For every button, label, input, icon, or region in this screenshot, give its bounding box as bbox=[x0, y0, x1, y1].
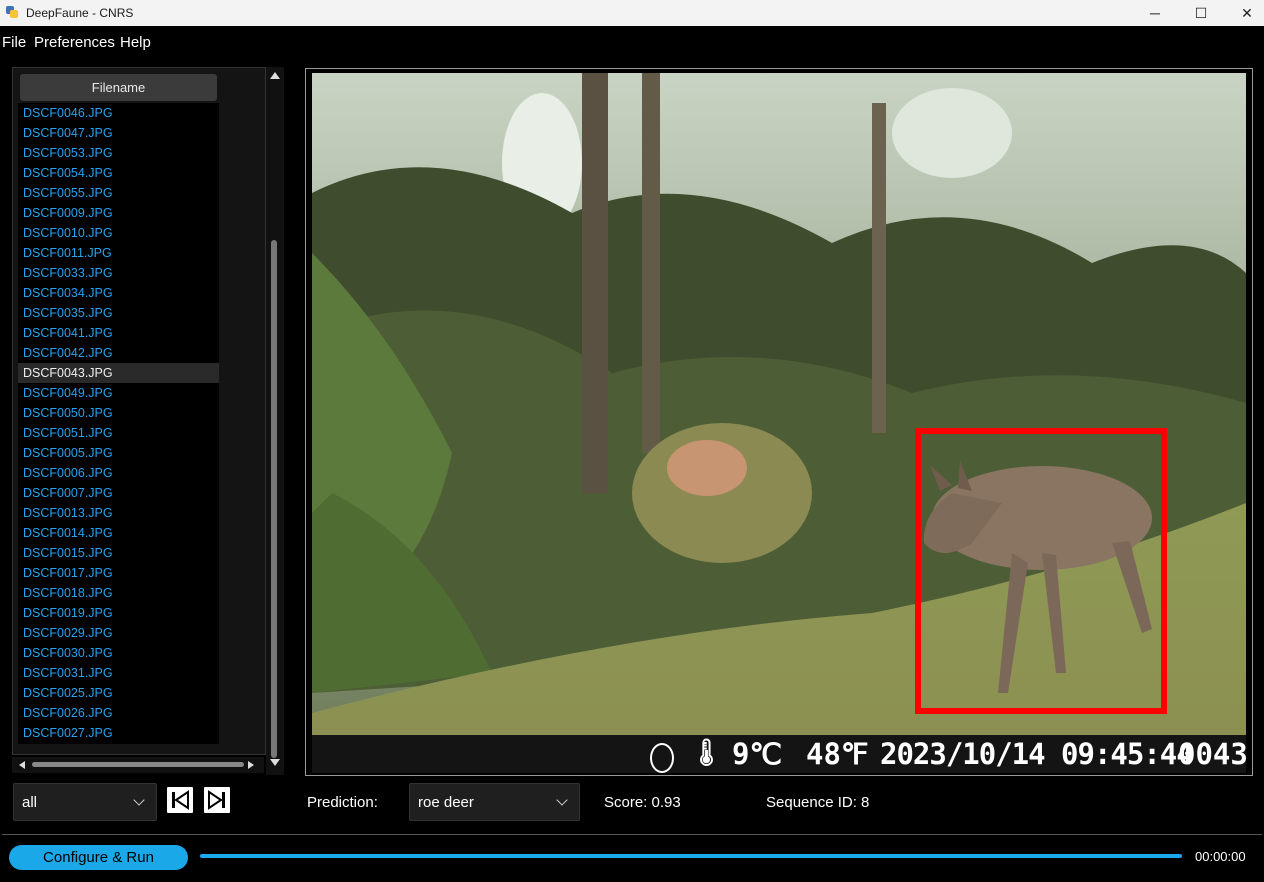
image-viewer: 🌡 9℃ 48℉ 2023/10/14 09:45:44 0043 bbox=[305, 68, 1253, 776]
progress-bar bbox=[200, 854, 1182, 858]
configure-run-button[interactable]: Configure & Run bbox=[9, 845, 188, 870]
file-list-item[interactable]: DSCF0035.JPG bbox=[18, 303, 219, 323]
scrollbar-thumb[interactable] bbox=[271, 240, 277, 758]
file-list-item[interactable]: DSCF0029.JPG bbox=[18, 623, 219, 643]
skip-to-next-icon bbox=[208, 790, 225, 810]
next-image-button[interactable] bbox=[204, 787, 230, 813]
file-list-item[interactable]: DSCF0054.JPG bbox=[18, 163, 219, 183]
scroll-down-icon[interactable] bbox=[270, 759, 280, 766]
file-list-item[interactable]: DSCF0015.JPG bbox=[18, 543, 219, 563]
file-list-item[interactable]: DSCF0051.JPG bbox=[18, 423, 219, 443]
file-list-item[interactable]: DSCF0025.JPG bbox=[18, 683, 219, 703]
file-list-item[interactable]: DSCF0043.JPG bbox=[18, 363, 219, 383]
file-list-item[interactable]: DSCF0007.JPG bbox=[18, 483, 219, 503]
maximize-button[interactable]: ☐ bbox=[1178, 0, 1224, 26]
file-list-item[interactable]: DSCF0009.JPG bbox=[18, 203, 219, 223]
file-list-item[interactable]: DSCF0041.JPG bbox=[18, 323, 219, 343]
sequence-id-text: Sequence ID: 8 bbox=[766, 794, 870, 811]
close-button[interactable]: ✕ bbox=[1224, 0, 1264, 26]
species-filter-select[interactable]: all bbox=[13, 783, 157, 821]
file-list-item[interactable]: DSCF0034.JPG bbox=[18, 283, 219, 303]
moon-phase-icon bbox=[650, 743, 674, 773]
capture-datetime: 2023/10/14 09:45:44 bbox=[880, 737, 1194, 771]
chevron-down-icon bbox=[133, 794, 145, 806]
skip-to-start-icon bbox=[172, 790, 189, 810]
file-list-item[interactable]: DSCF0026.JPG bbox=[18, 703, 219, 723]
file-list: DSCF0046.JPG DSCF0047.JPG DSCF0053.JPG DSCF… bbox=[18, 103, 219, 744]
file-list-item[interactable]: DSCF0006.JPG bbox=[18, 463, 219, 483]
file-list-item[interactable]: DSCF0049.JPG bbox=[18, 383, 219, 403]
prediction-select[interactable]: roe deer bbox=[409, 783, 580, 821]
frame-number: 0043 bbox=[1178, 737, 1248, 771]
file-list-item[interactable]: DSCF0011.JPG bbox=[18, 243, 219, 263]
title-bar: DeepFaune - CNRS ─ ☐ ✕ bbox=[0, 0, 1264, 26]
file-list-item[interactable]: DSCF0014.JPG bbox=[18, 523, 219, 543]
file-list-item[interactable]: DSCF0018.JPG bbox=[18, 583, 219, 603]
bottom-edge bbox=[0, 875, 1264, 881]
file-list-item[interactable]: DSCF0005.JPG bbox=[18, 443, 219, 463]
camera-info-stamp: 🌡 9℃ 48℉ 2023/10/14 09:45:44 0043 bbox=[312, 735, 1248, 773]
prediction-value: roe deer bbox=[418, 794, 474, 811]
menu-help[interactable]: Help bbox=[120, 34, 151, 51]
scroll-up-icon[interactable] bbox=[270, 72, 280, 79]
file-list-item[interactable]: DSCF0017.JPG bbox=[18, 563, 219, 583]
elapsed-time: 00:00:00 bbox=[1195, 849, 1246, 864]
scroll-right-icon[interactable] bbox=[248, 761, 254, 769]
file-list-item[interactable]: DSCF0046.JPG bbox=[18, 103, 219, 123]
forest-scene-image bbox=[312, 73, 1246, 735]
file-list-item[interactable]: DSCF0010.JPG bbox=[18, 223, 219, 243]
menu-preferences[interactable]: Preferences bbox=[34, 34, 115, 51]
filter-value: all bbox=[22, 794, 38, 811]
camera-trap-photo bbox=[312, 73, 1246, 735]
file-list-item[interactable]: DSCF0031.JPG bbox=[18, 663, 219, 683]
file-list-horizontal-scrollbar[interactable] bbox=[12, 757, 264, 773]
file-list-item[interactable]: DSCF0053.JPG bbox=[18, 143, 219, 163]
minimize-button[interactable]: ─ bbox=[1132, 0, 1178, 26]
window-title: DeepFaune - CNRS bbox=[26, 6, 134, 20]
scroll-left-icon[interactable] bbox=[19, 761, 25, 769]
temperature-fahrenheit: 48℉ bbox=[806, 737, 869, 771]
file-list-item[interactable]: DSCF0055.JPG bbox=[18, 183, 219, 203]
chevron-down-icon bbox=[556, 794, 568, 806]
file-panel: Filename DSCF0046.JPG DSCF0047.JPG DSCF005… bbox=[12, 67, 266, 755]
prediction-label: Prediction: bbox=[307, 794, 378, 811]
file-list-item[interactable]: DSCF0019.JPG bbox=[18, 603, 219, 623]
python-app-icon bbox=[6, 6, 18, 18]
filename-column-header[interactable]: Filename bbox=[20, 74, 217, 101]
file-list-vertical-scrollbar[interactable] bbox=[266, 67, 284, 775]
file-list-item[interactable]: DSCF0030.JPG bbox=[18, 643, 219, 663]
file-list-item[interactable]: DSCF0047.JPG bbox=[18, 123, 219, 143]
scrollbar-thumb[interactable] bbox=[32, 762, 244, 767]
first-image-button[interactable] bbox=[167, 787, 193, 813]
temperature-celsius: 9℃ bbox=[732, 737, 783, 771]
file-list-item[interactable]: DSCF0013.JPG bbox=[18, 503, 219, 523]
menu-file[interactable]: File bbox=[2, 34, 26, 51]
file-list-item[interactable]: DSCF0033.JPG bbox=[18, 263, 219, 283]
score-text: Score: 0.93 bbox=[604, 794, 681, 811]
file-list-item[interactable]: DSCF0042.JPG bbox=[18, 343, 219, 363]
menu-bar: File Preferences Help bbox=[0, 28, 1264, 56]
file-list-item[interactable]: DSCF0027.JPG bbox=[18, 723, 219, 743]
thermometer-icon: 🌡 bbox=[690, 738, 724, 768]
file-list-item[interactable]: DSCF0050.JPG bbox=[18, 403, 219, 423]
